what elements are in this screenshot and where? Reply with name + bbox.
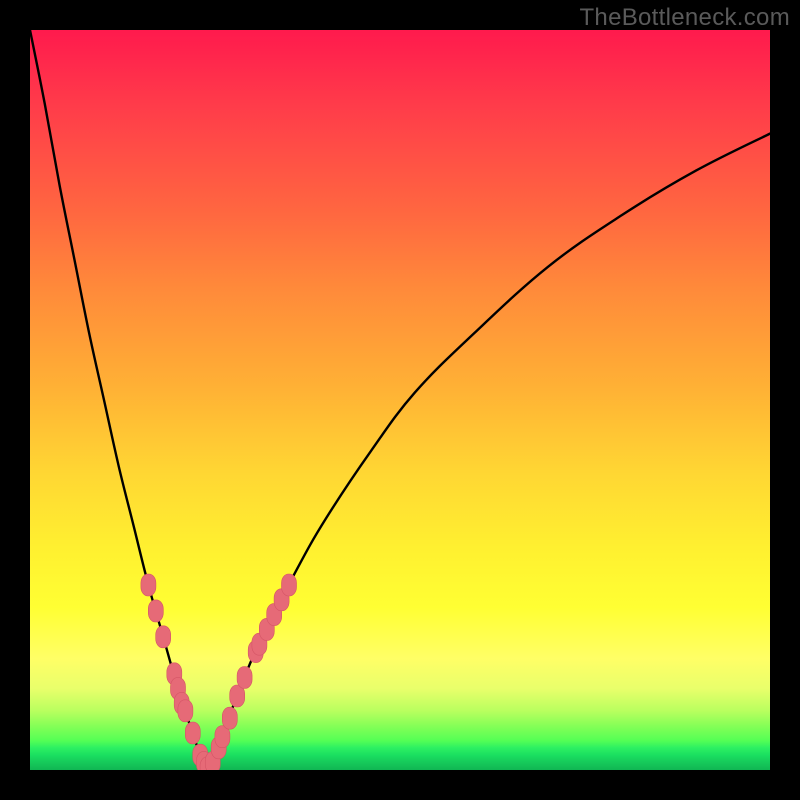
watermark-text: TheBottleneck.com — [579, 4, 790, 32]
marker-point — [178, 700, 193, 722]
marker-point — [222, 707, 237, 729]
marker-point — [185, 722, 200, 744]
marker-point — [237, 667, 252, 689]
marker-point — [282, 574, 297, 596]
plot-area — [30, 30, 770, 770]
chart-frame: TheBottleneck.com — [0, 0, 800, 800]
marker-point — [141, 574, 156, 596]
markers-group — [141, 574, 297, 770]
chart-svg — [30, 30, 770, 770]
curve-path — [30, 30, 770, 770]
marker-point — [156, 626, 171, 648]
marker-point — [148, 600, 163, 622]
